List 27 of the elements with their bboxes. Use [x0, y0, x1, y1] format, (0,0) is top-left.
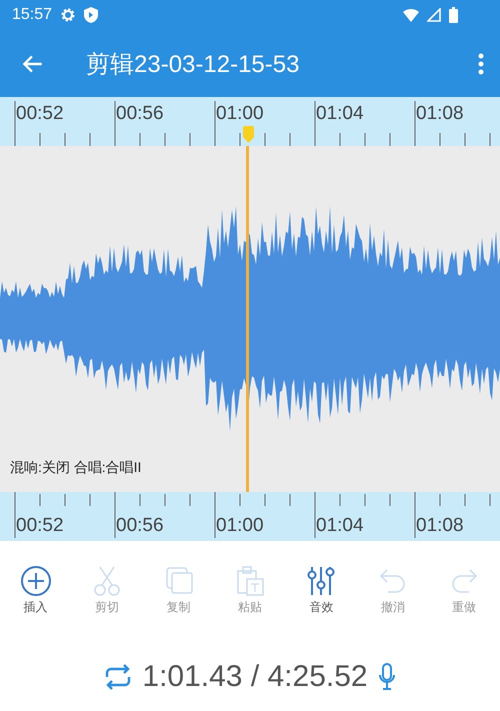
toolbar-button[interactable]: 音效	[286, 565, 358, 616]
ruler-label: 01:08	[416, 515, 464, 537]
ruler-label: 01:04	[316, 515, 364, 537]
battery-icon	[449, 7, 458, 23]
gear-icon	[60, 7, 76, 23]
playback-time: 1:01.43 / 4:25.52	[142, 660, 368, 694]
ruler-label: 00:52	[16, 515, 64, 537]
toolbar-button[interactable]: 插入	[0, 565, 72, 616]
ruler-label: 01:08	[416, 103, 464, 125]
shield-icon	[84, 7, 98, 23]
effects-icon	[305, 565, 338, 597]
clock: 15:57	[12, 6, 52, 24]
ruler-label: 00:56	[116, 103, 164, 125]
more-icon[interactable]	[478, 52, 484, 76]
ruler-label: 00:56	[116, 515, 164, 537]
ruler-label: 01:00	[216, 515, 264, 537]
microphone-icon[interactable]	[378, 663, 396, 691]
repeat-icon[interactable]	[104, 664, 132, 690]
wifi-icon	[403, 8, 419, 22]
effects-caption: 混响:关闭 合唱:合唱II	[10, 459, 142, 477]
playhead-handle[interactable]	[242, 126, 255, 144]
ruler-label: 01:04	[316, 103, 364, 125]
insert-icon	[20, 565, 52, 597]
ruler-label: 00:52	[16, 103, 64, 125]
signal-icon	[427, 8, 441, 22]
ruler-label: 01:00	[216, 103, 264, 125]
window-title: 剪辑23-03-12-15-53	[86, 50, 300, 80]
